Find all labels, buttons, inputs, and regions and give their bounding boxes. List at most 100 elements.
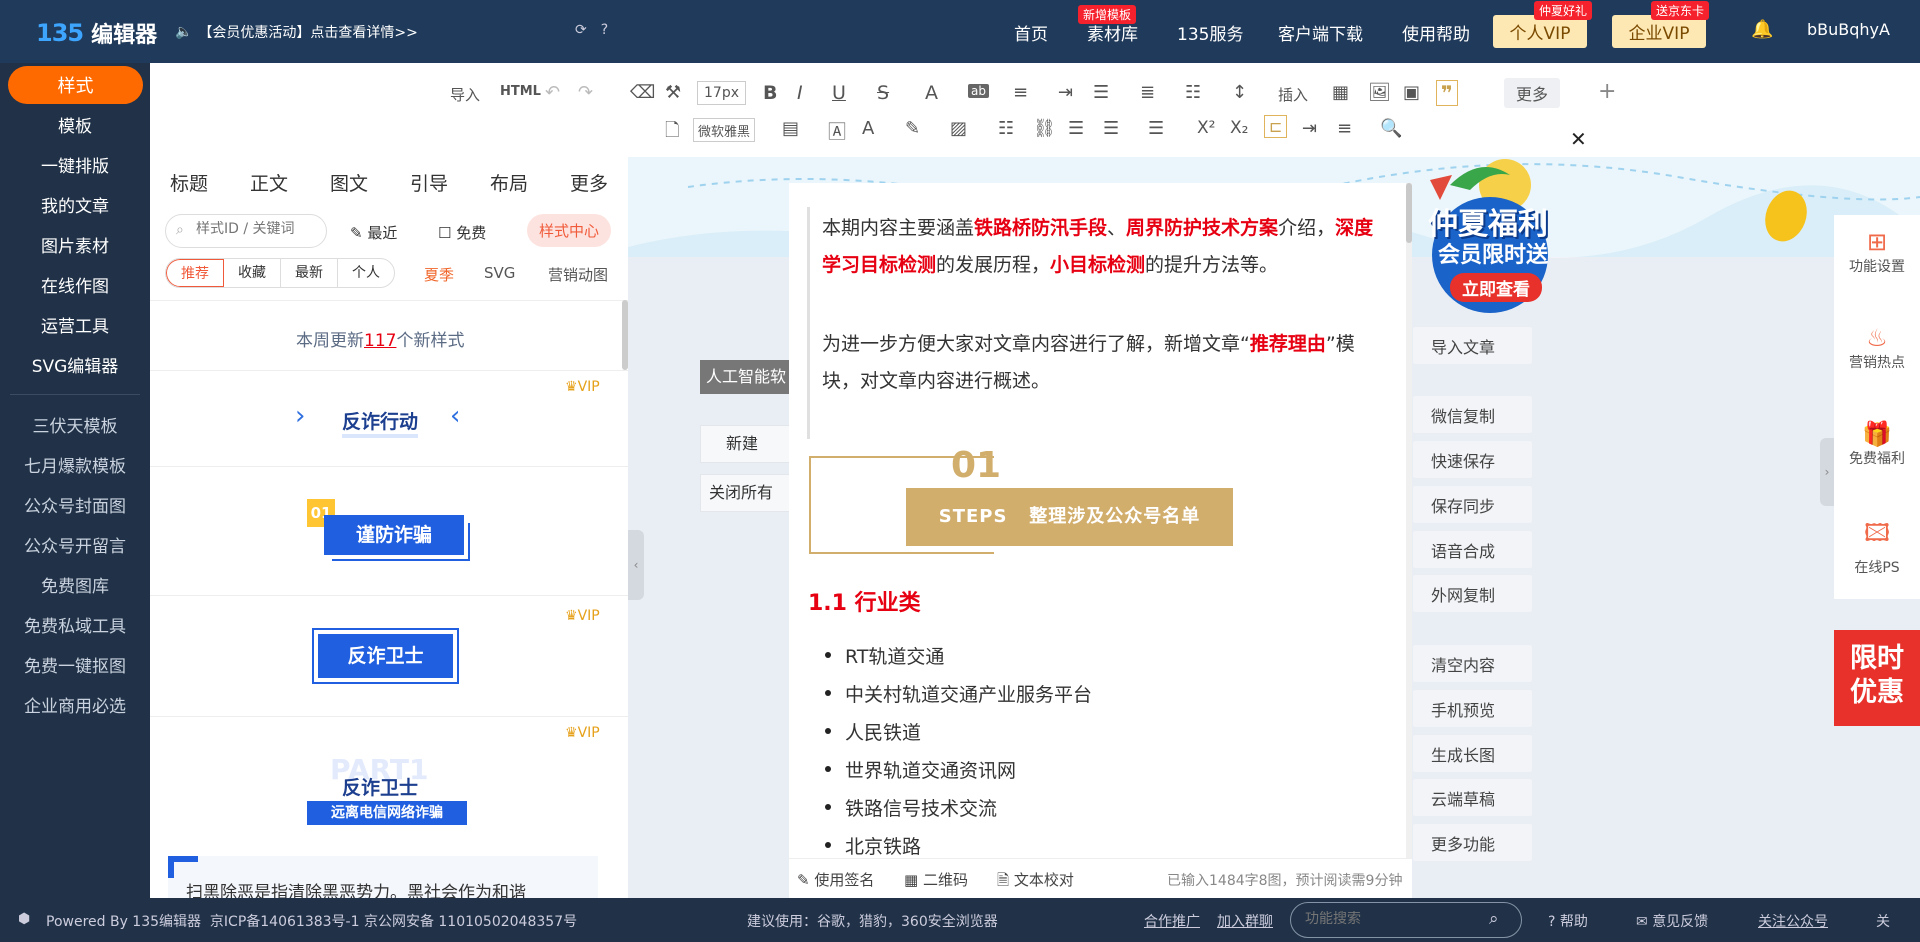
search-icon[interactable]: ⌕ [1489, 909, 1499, 929]
quote-icon[interactable]: ❞ [1436, 80, 1458, 106]
unordered-list-icon[interactable]: ☰ [1148, 118, 1164, 139]
list-item[interactable]: 世界轨道交通资讯网 [824, 756, 1016, 783]
list-item[interactable]: 北京铁路 [824, 832, 921, 859]
mobile-preview-button[interactable]: 手机预览 [1413, 690, 1532, 727]
list-item[interactable]: RT轨道交通 [824, 642, 944, 669]
magic-wand-icon[interactable]: ✎ [905, 118, 920, 139]
promo-link[interactable]: 🔈 【会员优惠活动】点击查看详情>> [175, 22, 418, 42]
sidebar-item-ops-tools[interactable]: 运营工具 [0, 312, 150, 337]
external-copy-button[interactable]: 外网复制 [1413, 575, 1532, 612]
sidebar-item-styles[interactable]: 样式 [8, 66, 143, 104]
style-card[interactable]: ♛VIP PART1 反诈卫士 远离电信网络诈骗 [150, 717, 628, 837]
tab-image-text[interactable]: 图文 [330, 169, 368, 196]
close-all-button[interactable]: 关闭所有 [700, 474, 794, 512]
rail-feature-settings[interactable]: ⊞ 功能设置 [1834, 228, 1920, 276]
panel-collapse-handle[interactable]: ‹ [628, 530, 644, 600]
import-button[interactable]: 导入 [450, 84, 480, 105]
filter-svg[interactable]: SVG [484, 264, 515, 282]
more-tools-button[interactable]: 更多 [1504, 78, 1561, 108]
layout-icon[interactable]: ☷ [998, 118, 1014, 139]
sidebar-item-svg-editor[interactable]: SVG编辑器 [0, 352, 150, 377]
style-card[interactable]: ♛VIP › 反诈行动 ‹ [150, 371, 628, 466]
proofread-button[interactable]: 🗎 文本校对 [997, 869, 1074, 895]
sidebar-link-summer-template[interactable]: 三伏天模板 [0, 412, 150, 437]
paragraph-spacing-icon[interactable]: ☰ [1093, 82, 1109, 103]
style-search-input[interactable] [196, 221, 321, 237]
sidebar-link-private-tools[interactable]: 免费私域工具 [0, 612, 150, 637]
letter-spacing-icon[interactable]: ☷ [1185, 82, 1201, 103]
underline-icon[interactable]: U [832, 82, 846, 104]
feedback-link[interactable]: ✉ 意见反馈 [1636, 911, 1708, 931]
nav-home[interactable]: 首页 [1014, 20, 1048, 45]
sidebar-item-images[interactable]: 图片素材 [0, 232, 150, 257]
tab-more[interactable]: 更多 [570, 169, 608, 196]
filter-animated[interactable]: 营销动图 [548, 264, 608, 285]
section-heading[interactable]: 1.1 行业类 [808, 585, 921, 617]
summer-promo-banner[interactable]: 仲夏福利 会员限时送 立即查看 [1410, 155, 1570, 315]
bell-icon[interactable]: 🔔 [1751, 19, 1773, 40]
style-search-box[interactable]: ⌕ [165, 214, 327, 248]
filter-latest[interactable]: 最新 [281, 259, 338, 287]
long-image-button[interactable]: 生成长图 [1413, 735, 1532, 772]
document-icon[interactable]: 🗋 [665, 118, 679, 148]
follow-account-link[interactable]: 关注公众号 [1758, 911, 1828, 931]
style-card[interactable]: 01 谨防诈骗 [150, 467, 628, 595]
close-icon[interactable]: ✕ [1570, 127, 1587, 151]
line-height-icon[interactable]: ↕ [1232, 82, 1247, 103]
font-size-select[interactable]: 17px [697, 81, 746, 105]
insert-button[interactable]: 插入 [1278, 84, 1308, 105]
filter-personal[interactable]: 个人 [338, 259, 394, 287]
sidebar-link-comments[interactable]: 公众号开留言 [0, 532, 150, 557]
function-search-box[interactable]: ⌕ [1290, 902, 1522, 938]
wechat-copy-button[interactable]: 微信复制 [1413, 396, 1532, 433]
free-checkbox[interactable]: ☐ 免费 [438, 222, 486, 243]
more-functions-button[interactable]: 更多功能 [1413, 824, 1532, 861]
sidebar-link-free-gallery[interactable]: 免费图库 [0, 572, 150, 597]
sidebar-link-cover[interactable]: 公众号封面图 [0, 492, 150, 517]
undo-icon[interactable]: ↶ [545, 82, 560, 103]
divider-icon[interactable]: ☰ [1068, 118, 1084, 139]
redo-icon[interactable]: ↷ [578, 82, 593, 103]
text-border-icon[interactable]: 🄰 [828, 118, 846, 144]
italic-icon[interactable]: I [797, 82, 803, 104]
background-color-icon[interactable]: ab [968, 84, 989, 98]
rail-free-benefits[interactable]: 🎁 免费福利 [1834, 420, 1920, 468]
multi-image-icon[interactable]: ▣ [1403, 82, 1420, 103]
find-replace-icon[interactable]: 🔍 [1380, 118, 1402, 139]
logo[interactable]: 135 编辑器 [36, 17, 157, 49]
font-family-select[interactable]: 微软雅黑 [693, 118, 756, 142]
filter-recommend[interactable]: 推荐 [166, 259, 224, 287]
font-effect-icon[interactable]: A [862, 118, 874, 139]
filter-favorites[interactable]: 收藏 [224, 259, 281, 287]
html-button[interactable]: HTML [500, 84, 541, 99]
sidebar-item-one-click-layout[interactable]: 一键排版 [0, 152, 150, 177]
recommend-paragraph[interactable]: 为进一步方便大家对文章内容进行了解，新增文章“推荐理由”模块，对文章内容进行概述… [822, 326, 1382, 400]
right-rail-toggle[interactable]: › [1820, 438, 1834, 506]
sidebar-link-commercial[interactable]: 企业商用必选 [0, 692, 150, 717]
limited-offer-banner[interactable]: 限时优惠 [1834, 630, 1920, 726]
tab-heading[interactable]: 标题 [170, 169, 208, 196]
text-align-icon[interactable]: ≡ [1337, 118, 1352, 139]
sidebar-link-cutout[interactable]: 免费一键抠图 [0, 652, 150, 677]
strikethrough-icon[interactable]: S [877, 82, 889, 104]
add-icon[interactable]: + [1598, 79, 1616, 104]
refresh-icon[interactable]: ⟳ [575, 22, 587, 38]
new-article-button[interactable]: 新建 [700, 425, 794, 463]
list-item[interactable]: 人民铁道 [824, 718, 921, 745]
help-link[interactable]: ? 帮助 [1548, 911, 1588, 931]
function-search-input[interactable] [1305, 911, 1475, 927]
help-icon[interactable]: ? [601, 22, 608, 38]
tab-layout[interactable]: 布局 [490, 169, 528, 196]
sidebar-link-july-template[interactable]: 七月爆款模板 [0, 452, 150, 477]
list-item[interactable]: 中关村轨道交通产业服务平台 [824, 680, 1092, 707]
line-spacing-icon[interactable]: ≣ [1140, 82, 1155, 103]
format-painter-icon[interactable]: ⚒ [665, 82, 681, 103]
text-direction-icon[interactable]: ⇥ [1302, 118, 1317, 139]
ordered-list-icon[interactable]: ☰ [1103, 118, 1119, 139]
image-style-icon[interactable]: ▨ [950, 118, 967, 139]
close-bottom-button[interactable]: 关 [1876, 911, 1890, 931]
save-sync-button[interactable]: 保存同步 [1413, 486, 1532, 523]
clear-content-button[interactable]: 清空内容 [1413, 645, 1532, 682]
weekly-update-notice[interactable]: 本周更新117个新样式 [296, 326, 464, 351]
sidebar-item-my-articles[interactable]: 我的文章 [0, 192, 150, 217]
